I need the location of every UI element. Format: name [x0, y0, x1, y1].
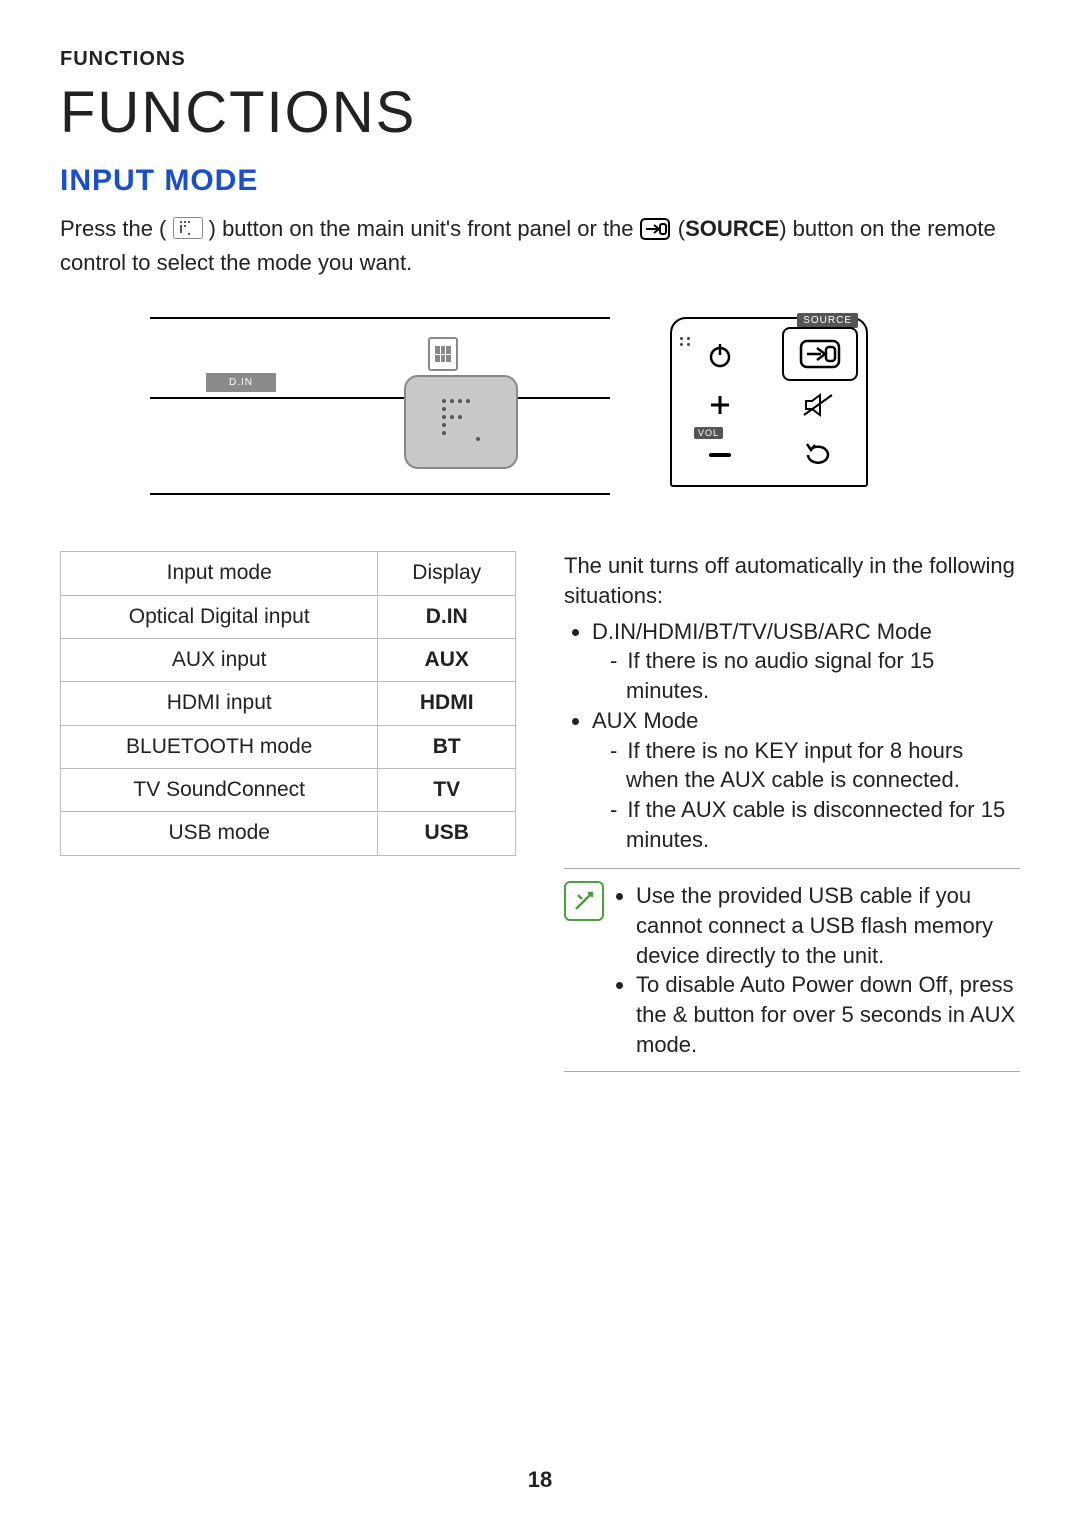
remote-source-label: SOURCE: [797, 313, 858, 328]
volume-up-icon: [684, 387, 756, 423]
sub-item: If there is no KEY input for 8 hours whe…: [610, 736, 1020, 795]
page-title: FUNCTIONS: [60, 79, 1020, 146]
auto-off-lead: The unit turns off automatically in the …: [564, 551, 1020, 610]
table-row: HDMI inputHDMI: [61, 682, 516, 725]
mode-list-item: D.IN/HDMI/BT/TV/USB/ARC Mode If there is…: [592, 617, 1020, 706]
play-pause-glyph: &: [673, 1002, 688, 1027]
section-header: FUNCTIONS: [60, 48, 1020, 71]
sub-item: If the AUX cable is disconnected for 15 …: [610, 795, 1020, 854]
remote-diagram: SOURCE: [670, 317, 868, 487]
function-button-icon: [173, 217, 203, 239]
source-button-callout: [782, 327, 858, 381]
volume-down-icon: [684, 437, 756, 473]
source-label-bold: SOURCE: [685, 216, 779, 241]
sub-item: If there is no audio signal for 15 minut…: [610, 646, 1020, 705]
note-box: Use the provided USB cable if you cannot…: [564, 868, 1020, 1072]
intro-text-a: Press the (: [60, 216, 166, 241]
page-number: 18: [0, 1467, 1080, 1493]
table-row: TV SoundConnectTV: [61, 769, 516, 812]
source-icon: [640, 218, 670, 248]
din-port-label: D.IN: [206, 373, 276, 392]
mute-icon: [782, 387, 854, 423]
input-mode-heading: INPUT MODE: [60, 164, 1020, 198]
intro-paragraph: Press the ( ) button on the main unit's …: [60, 214, 1020, 277]
table-row: AUX inputAUX: [61, 639, 516, 682]
input-mode-table: Input mode Display Optical Digital input…: [60, 551, 516, 855]
function-button-large: [404, 375, 518, 469]
remote-vol-label: VOL: [694, 427, 723, 439]
table-head-display: Display: [378, 552, 516, 595]
repeat-icon: [782, 437, 854, 473]
power-icon: [684, 337, 756, 373]
table-row: BLUETOOTH modeBT: [61, 725, 516, 768]
mode-list-item: AUX Mode If there is no KEY input for 8 …: [592, 706, 1020, 854]
table-head-mode: Input mode: [61, 552, 378, 595]
intro-text-b: ) button on the main unit's front panel …: [209, 216, 640, 241]
display-indicator-icon: [428, 337, 458, 371]
table-row: USB modeUSB: [61, 812, 516, 855]
main-unit-diagram: D.IN: [150, 317, 610, 495]
note-icon: [564, 881, 604, 921]
table-row: Optical Digital inputD.IN: [61, 595, 516, 638]
note-item: To disable Auto Power down Off, press th…: [636, 970, 1020, 1059]
note-item: Use the provided USB cable if you cannot…: [636, 881, 1020, 970]
